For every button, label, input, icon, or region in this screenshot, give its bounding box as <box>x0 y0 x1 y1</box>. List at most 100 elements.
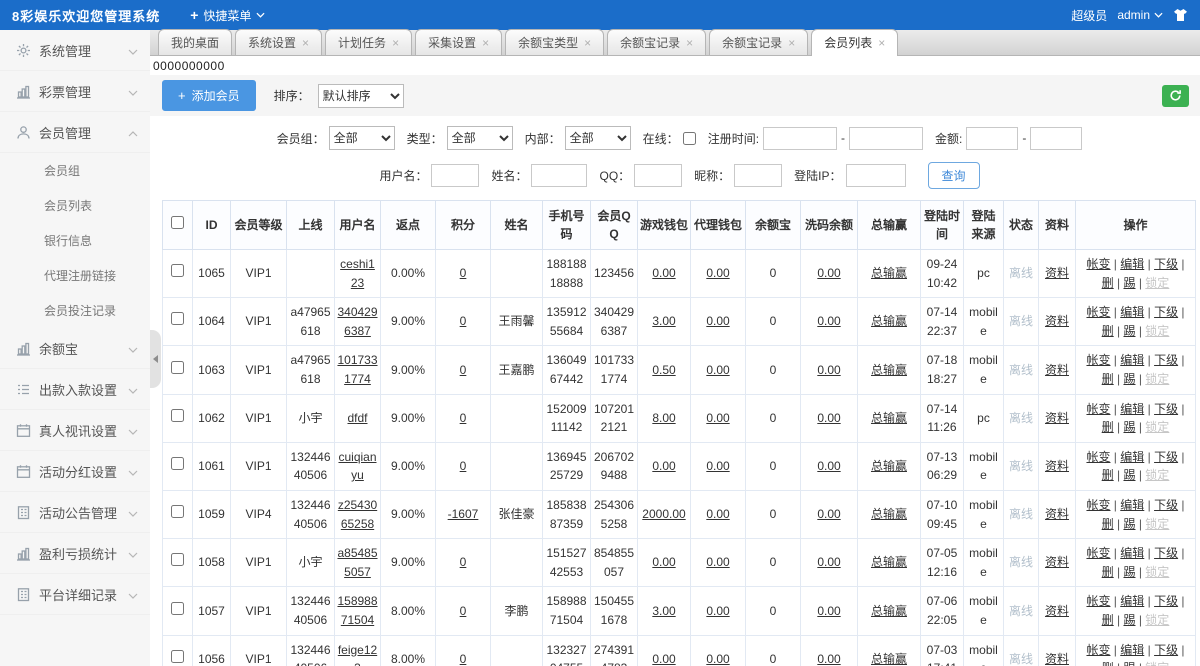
points-link[interactable]: -1607 <box>448 507 479 521</box>
row-checkbox[interactable] <box>171 553 184 566</box>
game-wallet-link[interactable]: 3.00 <box>652 604 675 618</box>
online-checkbox[interactable] <box>683 132 696 145</box>
wash-balance-link[interactable]: 0.00 <box>817 363 840 377</box>
op-锁定-link[interactable]: 锁定 <box>1145 372 1169 386</box>
op-踢-link[interactable]: 踢 <box>1123 420 1135 434</box>
game-wallet-link[interactable]: 0.00 <box>652 652 675 666</box>
user-menu[interactable]: admin <box>1117 8 1163 22</box>
row-checkbox[interactable] <box>171 650 184 663</box>
op-编辑-link[interactable]: 编辑 <box>1120 353 1144 367</box>
agent-wallet-link[interactable]: 0.00 <box>706 314 729 328</box>
op-帐变-link[interactable]: 帐变 <box>1086 257 1110 271</box>
tab-close-icon[interactable]: × <box>686 37 693 49</box>
op-删-link[interactable]: 删 <box>1102 276 1114 290</box>
profile-link[interactable]: 资料 <box>1045 314 1069 328</box>
points-link[interactable]: 0 <box>460 363 467 377</box>
game-wallet-link[interactable]: 8.00 <box>652 411 675 425</box>
op-锁定-link[interactable]: 锁定 <box>1145 661 1169 666</box>
sort-select[interactable]: 默认排序 <box>318 84 404 108</box>
tab-close-icon[interactable]: × <box>482 37 489 49</box>
tab-计划任务[interactable]: 计划任务× <box>325 29 412 55</box>
op-下级-link[interactable]: 下级 <box>1154 643 1178 657</box>
op-删-link[interactable]: 删 <box>1102 468 1114 482</box>
winlose-link[interactable]: 总输赢 <box>871 363 907 377</box>
op-帐变-link[interactable]: 帐变 <box>1086 643 1110 657</box>
username-link[interactable]: z2543065258 <box>338 498 377 531</box>
op-编辑-link[interactable]: 编辑 <box>1120 450 1144 464</box>
winlose-link[interactable]: 总输赢 <box>871 314 907 328</box>
tab-我的桌面[interactable]: 我的桌面 <box>158 29 232 55</box>
op-编辑-link[interactable]: 编辑 <box>1120 257 1144 271</box>
op-删-link[interactable]: 删 <box>1102 420 1114 434</box>
op-锁定-link[interactable]: 锁定 <box>1145 276 1169 290</box>
points-link[interactable]: 0 <box>460 604 467 618</box>
sidebar-collapse-handle[interactable] <box>150 330 161 388</box>
tab-会员列表[interactable]: 会员列表× <box>811 29 898 56</box>
op-锁定-link[interactable]: 锁定 <box>1145 613 1169 627</box>
profile-link[interactable]: 资料 <box>1045 411 1069 425</box>
sidebar-item-活动公告管理[interactable]: 活动公告管理 <box>0 492 150 533</box>
winlose-link[interactable]: 总输赢 <box>871 652 907 666</box>
points-link[interactable]: 0 <box>460 411 467 425</box>
op-锁定-link[interactable]: 锁定 <box>1145 517 1169 531</box>
select-all-checkbox[interactable] <box>171 216 184 229</box>
type-select[interactable]: 全部 <box>447 126 513 150</box>
name-input[interactable] <box>531 164 587 187</box>
row-checkbox[interactable] <box>171 602 184 615</box>
row-checkbox[interactable] <box>171 457 184 470</box>
op-帐变-link[interactable]: 帐变 <box>1086 353 1110 367</box>
op-踢-link[interactable]: 踢 <box>1123 517 1135 531</box>
op-下级-link[interactable]: 下级 <box>1154 498 1178 512</box>
op-帐变-link[interactable]: 帐变 <box>1086 450 1110 464</box>
wash-balance-link[interactable]: 0.00 <box>817 459 840 473</box>
tab-close-icon[interactable]: × <box>788 37 795 49</box>
agent-wallet-link[interactable]: 0.00 <box>706 652 729 666</box>
sidebar-subitem-会员投注记录[interactable]: 会员投注记录 <box>0 293 150 328</box>
op-编辑-link[interactable]: 编辑 <box>1120 643 1144 657</box>
game-wallet-link[interactable]: 0.00 <box>652 266 675 280</box>
op-下级-link[interactable]: 下级 <box>1154 257 1178 271</box>
points-link[interactable]: 0 <box>460 266 467 280</box>
op-编辑-link[interactable]: 编辑 <box>1120 402 1144 416</box>
sidebar-item-活动分红设置[interactable]: 活动分红设置 <box>0 451 150 492</box>
tab-余额宝记录[interactable]: 余额宝记录× <box>607 29 706 55</box>
add-member-button[interactable]: + 添加会员 <box>162 80 256 111</box>
sidebar-item-余额宝[interactable]: 余额宝 <box>0 328 150 369</box>
winlose-link[interactable]: 总输赢 <box>871 555 907 569</box>
op-删-link[interactable]: 删 <box>1102 661 1114 666</box>
op-踢-link[interactable]: 踢 <box>1123 565 1135 579</box>
amount-to-input[interactable] <box>1030 127 1082 150</box>
username-link[interactable]: 1017331774 <box>337 353 377 386</box>
op-下级-link[interactable]: 下级 <box>1154 546 1178 560</box>
agent-wallet-link[interactable]: 0.00 <box>706 507 729 521</box>
op-下级-link[interactable]: 下级 <box>1154 450 1178 464</box>
op-踢-link[interactable]: 踢 <box>1123 372 1135 386</box>
username-link[interactable]: a854855057 <box>337 546 377 579</box>
row-checkbox[interactable] <box>171 409 184 422</box>
op-编辑-link[interactable]: 编辑 <box>1120 498 1144 512</box>
agent-wallet-link[interactable]: 0.00 <box>706 363 729 377</box>
username-input[interactable] <box>431 164 479 187</box>
tab-close-icon[interactable]: × <box>302 37 309 49</box>
username-link[interactable]: 3404296387 <box>337 305 377 338</box>
op-下级-link[interactable]: 下级 <box>1154 305 1178 319</box>
sidebar-item-盈利亏损统计[interactable]: 盈利亏损统计 <box>0 533 150 574</box>
op-踢-link[interactable]: 踢 <box>1123 468 1135 482</box>
wash-balance-link[interactable]: 0.00 <box>817 652 840 666</box>
op-下级-link[interactable]: 下级 <box>1154 353 1178 367</box>
op-删-link[interactable]: 删 <box>1102 517 1114 531</box>
theme-shirt-icon[interactable] <box>1173 8 1188 22</box>
sidebar-item-真人视讯设置[interactable]: 真人视讯设置 <box>0 410 150 451</box>
tab-系统设置[interactable]: 系统设置× <box>235 29 322 55</box>
op-删-link[interactable]: 删 <box>1102 613 1114 627</box>
op-锁定-link[interactable]: 锁定 <box>1145 420 1169 434</box>
op-删-link[interactable]: 删 <box>1102 372 1114 386</box>
points-link[interactable]: 0 <box>460 314 467 328</box>
game-wallet-link[interactable]: 2000.00 <box>642 507 685 521</box>
wash-balance-link[interactable]: 0.00 <box>817 411 840 425</box>
agent-wallet-link[interactable]: 0.00 <box>706 459 729 473</box>
row-checkbox[interactable] <box>171 361 184 374</box>
sidebar-subitem-银行信息[interactable]: 银行信息 <box>0 223 150 258</box>
amount-from-input[interactable] <box>966 127 1018 150</box>
nick-input[interactable] <box>734 164 782 187</box>
